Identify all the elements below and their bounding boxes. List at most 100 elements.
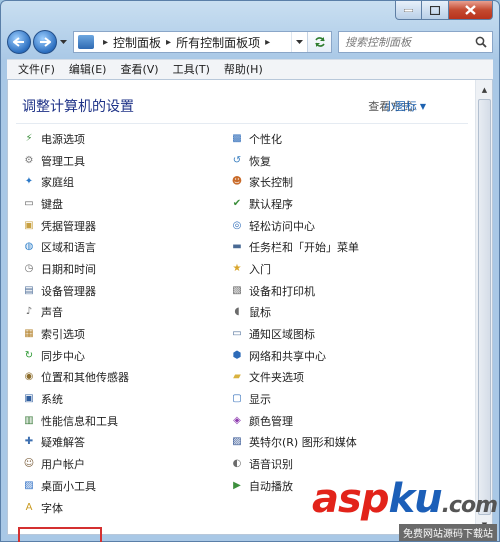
control-panel-window: ▸ 控制面板 ▸ 所有控制面板项 ▸ 文件(F) 编辑(E) 查看(V)	[0, 0, 500, 542]
address-bar[interactable]: ▸ 控制面板 ▸ 所有控制面板项 ▸	[73, 31, 332, 53]
control-panel-item[interactable]: ⚡ 电源选项	[22, 128, 222, 150]
control-panel-item[interactable]: ▬ 任务栏和「开始」菜单	[230, 236, 470, 258]
control-panel-item[interactable]: ◍ 区域和语言	[22, 236, 222, 258]
item-label: 自动播放	[249, 479, 293, 493]
default-programs-icon: ✔	[232, 197, 242, 209]
control-panel-item[interactable]: ▥ 性能信息和工具	[22, 410, 222, 432]
control-panel-item[interactable]: ▨ 英特尔(R) 图形和媒体	[230, 432, 470, 454]
search-box	[338, 31, 493, 53]
control-panel-item[interactable]: ▣ 凭据管理器	[22, 215, 222, 237]
forward-button[interactable]	[33, 30, 57, 54]
control-panel-item[interactable]: ◷ 日期和时间	[22, 258, 222, 280]
item-label: 位置和其他传感器	[41, 371, 129, 385]
view-by-dropdown[interactable]: 小图标 ▼	[384, 98, 426, 114]
control-panel-item[interactable]: ✔ 默认程序	[230, 193, 470, 215]
control-panel-item[interactable]: ▤ 设备管理器	[22, 280, 222, 302]
chevron-down-icon: ▼	[419, 101, 426, 111]
item-label: 凭据管理器	[41, 219, 96, 233]
item-label: 默认程序	[249, 197, 293, 211]
chevron-down-icon	[59, 40, 67, 44]
control-panel-item[interactable]: ↻ 同步中心	[22, 345, 222, 367]
control-panel-item[interactable]: ▢ 显示	[230, 388, 470, 410]
control-panel-icon	[78, 35, 94, 49]
control-panel-item[interactable]: ⚙ 管理工具	[22, 150, 222, 172]
control-panel-item[interactable]: ◖ 鼠标	[230, 302, 470, 324]
personalization-icon: ▩	[232, 132, 242, 144]
breadcrumb-control-panel[interactable]: 控制面板	[113, 34, 161, 51]
refresh-icon	[314, 37, 325, 47]
refresh-button[interactable]	[307, 32, 331, 52]
chevron-down-icon	[296, 40, 303, 44]
ease-of-access-icon: ◎	[232, 219, 242, 231]
item-label: 日期和时间	[41, 262, 96, 276]
recent-pages-dropdown[interactable]	[57, 40, 69, 44]
right-item-column: ▩ 个性化 ↺ 恢复 ☻ 家长控制 ✔ 默认程序 ◎ 轻松访问中心 ▬ 任务栏和「开始」菜单 ★ 入门 ▧ 设…	[230, 128, 470, 497]
credential-manager-icon: ▣	[24, 219, 34, 231]
control-panel-item[interactable]: ♪ 声音	[22, 302, 222, 324]
item-label: 系统	[41, 393, 63, 407]
maximize-button[interactable]	[422, 1, 449, 20]
breadcrumb-separator-icon[interactable]: ▸	[166, 37, 171, 48]
control-panel-item[interactable]: ◈ 颜色管理	[230, 410, 470, 432]
control-panel-item[interactable]: ▨ 桌面小工具	[22, 475, 222, 497]
vertical-scrollbar[interactable]: ▲ ▼	[475, 80, 492, 534]
scroll-up-icon[interactable]: ▲	[477, 82, 492, 97]
back-button[interactable]	[7, 30, 31, 54]
breadcrumb-separator-icon[interactable]: ▸	[103, 37, 108, 48]
minimize-button[interactable]	[395, 1, 422, 20]
control-panel-item[interactable]: ☺ 用户帐户	[22, 453, 222, 475]
power-options-icon: ⚡	[25, 132, 33, 144]
forward-arrow-icon	[40, 37, 51, 47]
control-panel-item[interactable]: ◎ 轻松访问中心	[230, 215, 470, 237]
item-label: 网络和共享中心	[249, 349, 326, 363]
scrollbar-thumb[interactable]	[478, 99, 491, 515]
item-label: 同步中心	[41, 349, 85, 363]
item-label: 键盘	[41, 197, 63, 211]
control-panel-item[interactable]: ✚ 疑难解答	[22, 432, 222, 454]
control-panel-item[interactable]: ▩ 个性化	[230, 128, 470, 150]
control-panel-item[interactable]: ▧ 设备和打印机	[230, 280, 470, 302]
control-panel-item[interactable]: ★ 入门	[230, 258, 470, 280]
device-manager-icon: ▤	[24, 284, 34, 296]
menu-tools[interactable]: 工具(T)	[166, 61, 217, 79]
breadcrumb-all-items[interactable]: 所有控制面板项	[176, 34, 260, 51]
search-icon	[475, 36, 487, 48]
watermark-logo: aspku.com	[312, 476, 498, 522]
control-panel-item[interactable]: ✦ 家庭组	[22, 171, 222, 193]
breadcrumb-separator-icon[interactable]: ▸	[265, 37, 270, 48]
menu-view[interactable]: 查看(V)	[113, 61, 165, 79]
control-panel-item[interactable]: ◉ 位置和其他传感器	[22, 367, 222, 389]
item-label: 管理工具	[41, 154, 85, 168]
region-language-icon: ◍	[24, 241, 34, 253]
control-panel-item[interactable]: ⬢ 网络和共享中心	[230, 345, 470, 367]
control-panel-item[interactable]: ↺ 恢复	[230, 150, 470, 172]
item-label: 桌面小工具	[41, 479, 96, 493]
item-label: 恢复	[249, 154, 271, 168]
mouse-icon: ◖	[234, 306, 240, 318]
control-panel-item[interactable]: ▦ 索引选项	[22, 323, 222, 345]
menu-bar: 文件(F) 编辑(E) 查看(V) 工具(T) 帮助(H)	[7, 59, 493, 79]
close-button[interactable]	[449, 1, 493, 20]
intel-graphics-icon: ▨	[232, 436, 242, 448]
menu-file[interactable]: 文件(F)	[11, 61, 62, 79]
menu-edit[interactable]: 编辑(E)	[62, 61, 114, 79]
item-label: 显示	[249, 393, 271, 407]
address-history-dropdown[interactable]	[291, 32, 307, 52]
control-panel-item[interactable]: ▣ 系统	[22, 388, 222, 410]
control-panel-item[interactable]: ◐ 语音识别	[230, 453, 470, 475]
menu-help[interactable]: 帮助(H)	[217, 61, 270, 79]
item-label: 声音	[41, 306, 63, 320]
item-label: 颜色管理	[249, 414, 293, 428]
control-panel-item[interactable]: ▭ 通知区域图标	[230, 323, 470, 345]
control-panel-item[interactable]: ▰ 文件夹选项	[230, 367, 470, 389]
search-button[interactable]	[470, 32, 492, 52]
highlight-box	[18, 527, 102, 542]
control-panel-item[interactable]: ☻ 家长控制	[230, 171, 470, 193]
search-input[interactable]	[339, 35, 470, 49]
indexing-options-icon: ▦	[24, 328, 34, 340]
desktop-gadgets-icon: ▨	[24, 479, 34, 491]
watermark-subtitle: 免费网站源码下载站	[399, 524, 497, 541]
parental-controls-icon: ☻	[231, 176, 243, 188]
control-panel-item[interactable]: A 字体	[22, 497, 222, 519]
control-panel-item[interactable]: ▭ 键盘	[22, 193, 222, 215]
